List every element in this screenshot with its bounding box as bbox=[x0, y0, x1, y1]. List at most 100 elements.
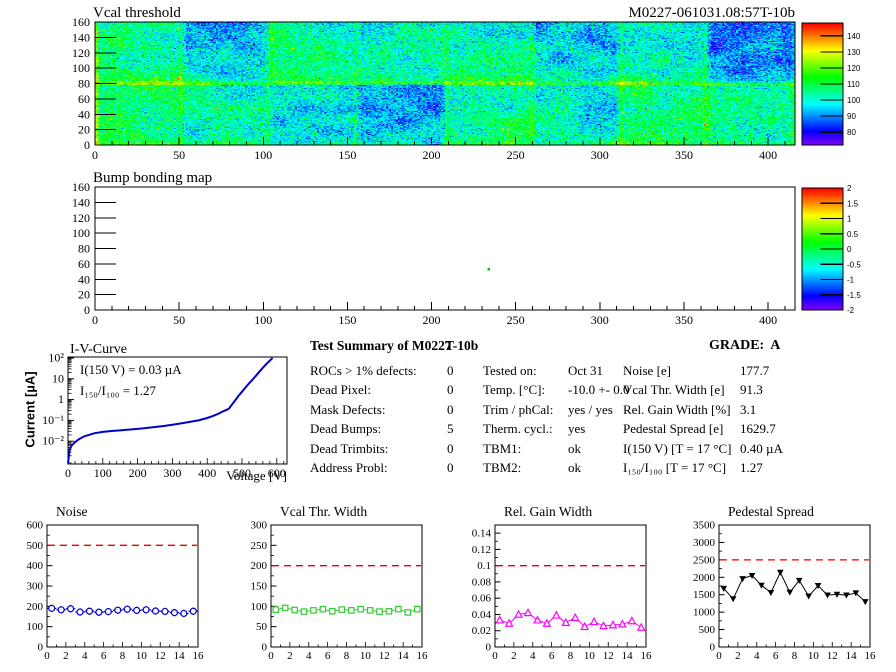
svg-text:1: 1 bbox=[58, 392, 64, 406]
svg-text:150: 150 bbox=[338, 313, 356, 327]
summary-label: TBM2: bbox=[483, 459, 522, 475]
svg-text:300: 300 bbox=[591, 148, 609, 162]
summary-row: Therm. cycl.: yes bbox=[483, 421, 628, 440]
svg-text:130: 130 bbox=[847, 48, 861, 57]
svg-text:60: 60 bbox=[78, 92, 90, 106]
svg-text:500: 500 bbox=[27, 540, 44, 552]
data-point bbox=[319, 605, 327, 613]
data-point bbox=[347, 607, 355, 614]
summary-label: Address Probl: bbox=[310, 459, 388, 475]
summary-value: 5 bbox=[447, 421, 454, 437]
svg-text:10: 10 bbox=[360, 650, 372, 662]
iv-curve-title: I-V-Curve bbox=[70, 342, 128, 357]
svg-text:120: 120 bbox=[847, 64, 861, 73]
svg-text:160: 160 bbox=[72, 180, 90, 194]
svg-text:-0.5: -0.5 bbox=[847, 260, 861, 269]
data-point bbox=[180, 609, 188, 618]
data-point bbox=[57, 606, 65, 614]
summary-row: Mask Defects: 0 bbox=[310, 402, 485, 421]
summary-label: Tested on: bbox=[483, 363, 537, 378]
data-point bbox=[720, 585, 728, 592]
data-point bbox=[272, 606, 280, 613]
svg-text:0.14: 0.14 bbox=[472, 528, 492, 540]
svg-text:100: 100 bbox=[254, 313, 272, 327]
svg-text:10⁻²: 10⁻² bbox=[42, 434, 64, 448]
svg-text:12: 12 bbox=[155, 650, 166, 662]
data-point bbox=[767, 590, 775, 597]
summary-value: 3.1 bbox=[740, 401, 757, 417]
svg-text:100: 100 bbox=[27, 621, 44, 633]
data-point bbox=[843, 592, 850, 599]
pedestal-plot-title: Pedestal Spread bbox=[728, 504, 814, 519]
summary-value: 0 bbox=[447, 382, 454, 398]
svg-text:0.06: 0.06 bbox=[472, 593, 492, 605]
data-point bbox=[329, 607, 336, 615]
summary-row: Trim / phCal: yes / yes bbox=[483, 402, 628, 421]
summary-value: yes bbox=[568, 421, 586, 437]
svg-text:100: 100 bbox=[847, 96, 861, 105]
svg-text:200: 200 bbox=[423, 148, 441, 162]
pedestal-spread-per-roc-plot: 0 500 1000 1500 2000 2500 3000 3500 0 2 4 6 8 10 12 14 1… bbox=[693, 520, 876, 663]
data-point bbox=[300, 608, 308, 615]
summary-row: TBM1: ok bbox=[483, 441, 628, 460]
svg-text:10²: 10² bbox=[48, 351, 64, 365]
svg-text:200: 200 bbox=[129, 466, 147, 480]
svg-text:300: 300 bbox=[163, 466, 181, 480]
svg-text:2: 2 bbox=[735, 650, 741, 662]
svg-text:8: 8 bbox=[120, 650, 126, 662]
data-point bbox=[338, 606, 346, 613]
summary-value: 0 bbox=[447, 363, 454, 378]
summary-row: Vcal Thr. Width [e] 91.3 bbox=[623, 382, 853, 401]
vcal-thr-width-per-roc-plot: 0 50 100 150 200 250 300 0 2 4 6 8 10 12 14 16 bbox=[251, 520, 429, 663]
svg-text:10: 10 bbox=[808, 650, 820, 662]
svg-text:40: 40 bbox=[78, 272, 90, 286]
summary-value: 0 bbox=[447, 440, 454, 456]
svg-text:350: 350 bbox=[675, 148, 693, 162]
svg-text:300: 300 bbox=[591, 313, 609, 327]
data-point bbox=[504, 618, 514, 627]
bump-colorbar bbox=[802, 188, 843, 310]
data-point bbox=[366, 607, 374, 614]
summary-label: I₁₅₀/I₁₀₀ [T = 17 °C] bbox=[623, 459, 727, 475]
svg-text:2000: 2000 bbox=[693, 572, 716, 584]
summary-row: Dead Pixel: 0 bbox=[310, 382, 485, 401]
data-point bbox=[580, 621, 590, 631]
summary-value: 177.7 bbox=[740, 363, 770, 378]
vcal-colorbar bbox=[802, 23, 843, 145]
data-point bbox=[66, 605, 75, 613]
summary-row: TBM2: ok bbox=[483, 460, 628, 479]
svg-text:4: 4 bbox=[754, 650, 760, 662]
iv-y-axis-label: Current [µA] bbox=[22, 371, 38, 448]
data-point bbox=[636, 622, 646, 631]
svg-text:16: 16 bbox=[193, 650, 205, 662]
summary-label: Pedestal Spread [e] bbox=[623, 421, 724, 437]
vcal-threshold-heatmap-canvas bbox=[95, 22, 795, 145]
svg-text:0.1: 0.1 bbox=[477, 560, 491, 572]
svg-text:12: 12 bbox=[603, 650, 614, 662]
data-point bbox=[142, 606, 150, 614]
svg-text:0: 0 bbox=[92, 148, 98, 162]
data-point bbox=[404, 609, 412, 616]
summary-value: 1629.7 bbox=[740, 421, 776, 437]
data-point bbox=[627, 616, 637, 625]
svg-text:0: 0 bbox=[65, 466, 71, 480]
data-point bbox=[777, 569, 784, 576]
svg-text:10: 10 bbox=[52, 371, 64, 385]
svg-text:0: 0 bbox=[710, 642, 716, 654]
svg-text:0.12: 0.12 bbox=[472, 544, 491, 556]
svg-text:1: 1 bbox=[847, 215, 852, 224]
summary-results-column: Noise [e] 177.7 Vcal Thr. Width [e] 91.3 Rel… bbox=[623, 363, 853, 479]
svg-text:16: 16 bbox=[865, 650, 877, 662]
noise-plot-title: Noise bbox=[56, 504, 88, 519]
summary-value: yes / yes bbox=[568, 401, 613, 417]
svg-text:160: 160 bbox=[72, 15, 90, 29]
data-point bbox=[310, 607, 317, 614]
data-point bbox=[123, 605, 131, 613]
svg-text:1.5: 1.5 bbox=[847, 199, 859, 208]
data-point bbox=[542, 618, 552, 627]
summary-label: Dead Bumps: bbox=[310, 421, 382, 437]
svg-text:400: 400 bbox=[27, 560, 44, 572]
summary-row: Address Probl: 0 bbox=[310, 460, 485, 479]
svg-text:40: 40 bbox=[78, 107, 90, 121]
svg-text:10: 10 bbox=[584, 650, 596, 662]
